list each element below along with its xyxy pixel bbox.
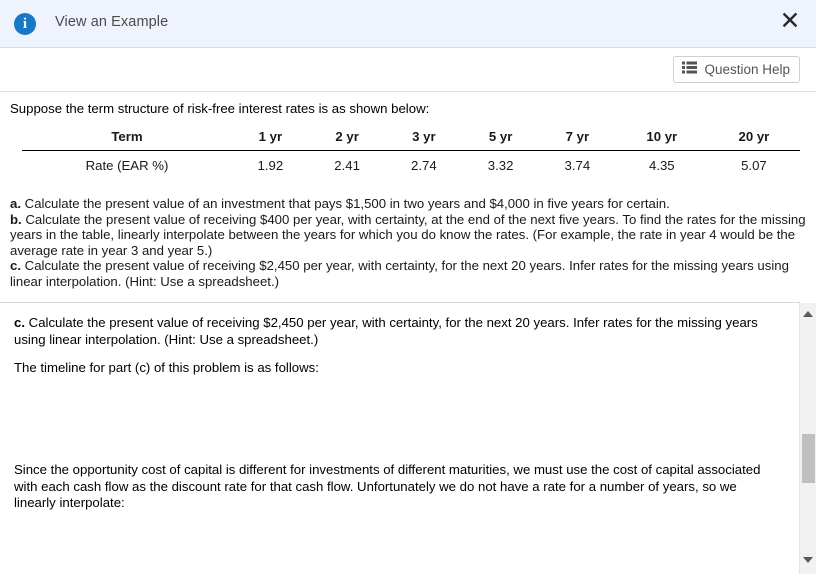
explanation-part-c-label: c. <box>14 315 25 330</box>
timeline-intro: The timeline for part (c) of this proble… <box>14 360 319 375</box>
problem-part-b: b. Calculate the present value of receiv… <box>10 212 810 259</box>
part-c-label: c. <box>10 258 21 274</box>
problem-intro: Suppose the term structure of risk-free … <box>10 101 430 116</box>
question-help-button[interactable]: Question Help <box>673 56 800 83</box>
chevron-down-icon[interactable] <box>800 551 816 568</box>
table-header-20yr: 20 yr <box>707 129 800 151</box>
part-a-text: Calculate the present value of an invest… <box>21 196 670 211</box>
info-circle-icon: i <box>14 13 36 35</box>
list-icon <box>682 61 698 79</box>
table-row: Rate (EAR %) 1.92 2.41 2.74 3.32 3.74 4.… <box>22 151 800 173</box>
close-icon[interactable]: ✕ <box>773 4 807 38</box>
table-header-7yr: 7 yr <box>539 129 616 151</box>
problem-part-c: c. Calculate the present value of receiv… <box>10 258 810 289</box>
rate-5yr: 3.32 <box>487 158 514 173</box>
chevron-up-icon[interactable] <box>800 305 816 322</box>
dialog-title: View an Example <box>55 14 169 30</box>
part-a-label: a. <box>10 196 21 211</box>
table-header-3yr: 3 yr <box>385 129 463 151</box>
rate-2yr: 2.41 <box>334 158 360 173</box>
rate-3yr: 2.74 <box>411 158 437 173</box>
table-header-term: Term <box>22 129 232 151</box>
rate-1yr: 1.92 <box>257 158 284 173</box>
question-help-label: Question Help <box>704 62 790 77</box>
table-header-2yr: 2 yr <box>308 129 386 151</box>
dialog-titlebar: i View an Example ✕ <box>0 0 816 48</box>
part-c-text: Calculate the present value of receiving… <box>10 258 789 289</box>
toolbar: Question Help <box>0 48 816 92</box>
problem-part-a: a. Calculate the present value of an inv… <box>10 196 810 212</box>
table-header-10yr: 10 yr <box>615 129 708 151</box>
rate-20yr: 5.07 <box>741 158 767 173</box>
scrollbar-thumb[interactable] <box>802 434 815 483</box>
rate-7yr: 3.74 <box>564 158 591 173</box>
explanation-since-text: Since the opportunity cost of capital is… <box>14 462 761 510</box>
rate-10yr: 4.35 <box>648 158 675 173</box>
part-b-label: b. <box>10 211 22 227</box>
explanation-panel: c. Calculate the present value of receiv… <box>0 303 786 574</box>
table-header-1yr: 1 yr <box>232 129 309 151</box>
table-header-5yr: 5 yr <box>462 129 539 151</box>
problem-parts: a. Calculate the present value of an inv… <box>10 196 810 290</box>
table-header-row: Term 1 yr 2 yr 3 yr 5 yr 7 yr 10 yr 20 y… <box>22 129 800 151</box>
problem-statement: Suppose the term structure of risk-free … <box>0 93 816 302</box>
part-b-text: Calculate the present value of receiving… <box>10 211 806 258</box>
term-structure-table: Term 1 yr 2 yr 3 yr 5 yr 7 yr 10 yr 20 y… <box>22 129 800 173</box>
explanation-part-c: c. Calculate the present value of receiv… <box>14 315 774 348</box>
explanation-part-c-text: Calculate the present value of receiving… <box>14 315 758 347</box>
table-row-label: Rate (EAR %) <box>85 158 169 173</box>
vertical-scrollbar[interactable] <box>799 303 816 574</box>
